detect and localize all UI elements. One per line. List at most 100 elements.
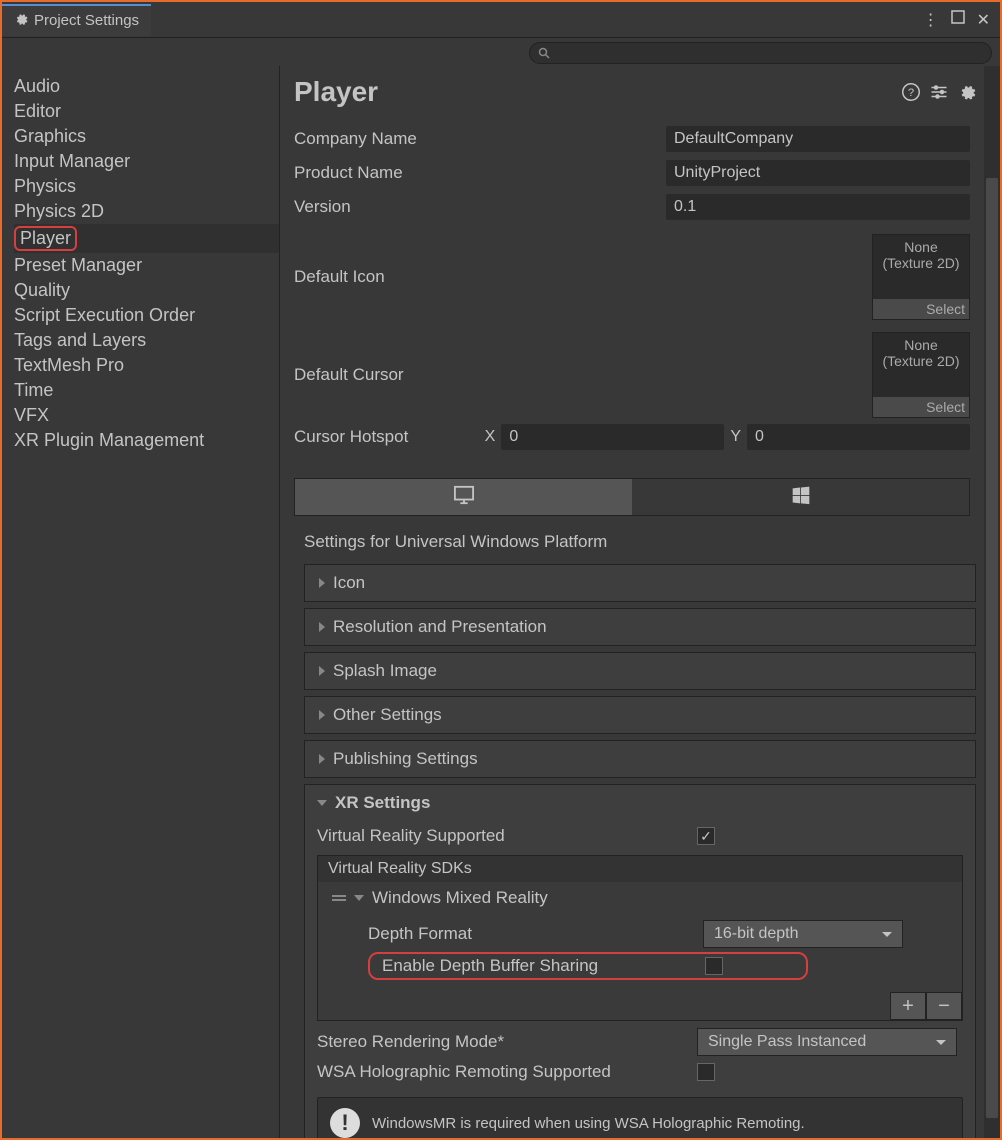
- sdk-inner: Depth Format 16-bit depth Enable Depth B…: [318, 914, 962, 990]
- windows-icon: [791, 485, 811, 510]
- stereo-mode-row: Stereo Rendering Mode* Single Pass Insta…: [317, 1027, 963, 1057]
- remove-sdk-button[interactable]: −: [926, 992, 962, 1020]
- content-panel: Player ? Company Name Product Name Ve: [280, 66, 1000, 1138]
- version-row: Version: [294, 192, 986, 222]
- depth-sharing-row: Enable Depth Buffer Sharing: [368, 950, 962, 982]
- search-icon: [538, 47, 550, 59]
- stereo-mode-dropdown[interactable]: Single Pass Instanced: [697, 1028, 957, 1056]
- stereo-mode-label: Stereo Rendering Mode*: [317, 1032, 697, 1052]
- vr-supported-row: Virtual Reality Supported: [317, 821, 963, 851]
- titlebar-controls: ⋮ ✕: [923, 10, 1000, 30]
- svg-text:?: ?: [908, 87, 914, 99]
- version-label: Version: [294, 197, 666, 217]
- default-icon-picker[interactable]: None (Texture 2D) Select: [872, 234, 970, 320]
- depth-sharing-checkbox[interactable]: [705, 957, 723, 975]
- search-input[interactable]: [529, 42, 992, 64]
- warning-icon: !: [330, 1108, 360, 1138]
- default-cursor-picker[interactable]: None (Texture 2D) Select: [872, 332, 970, 418]
- vr-supported-checkbox[interactable]: [697, 827, 715, 845]
- sidebar-item-graphics[interactable]: Graphics: [14, 124, 279, 149]
- wsa-remoting-row: WSA Holographic Remoting Supported: [317, 1057, 963, 1087]
- xr-settings-panel: XR Settings Virtual Reality Supported Vi…: [304, 784, 976, 1138]
- heading-row: Player ?: [294, 76, 986, 108]
- vr-supported-label: Virtual Reality Supported: [317, 826, 697, 846]
- add-sdk-button[interactable]: +: [890, 992, 926, 1020]
- platform-tab-uwp[interactable]: [632, 479, 969, 515]
- scrollbar-thumb[interactable]: [986, 178, 998, 1118]
- default-icon-select-button[interactable]: Select: [873, 299, 969, 319]
- preset-icon[interactable]: [930, 83, 948, 101]
- hotspot-y-input[interactable]: [747, 424, 970, 450]
- depth-format-dropdown[interactable]: 16-bit depth: [703, 920, 903, 948]
- warning-box: ! WindowsMR is required when using WSA H…: [317, 1097, 963, 1138]
- foldout-other[interactable]: Other Settings: [304, 696, 976, 734]
- hotspot-y-label: Y: [730, 428, 741, 446]
- foldout-icon[interactable]: Icon: [304, 564, 976, 602]
- sidebar-item-tags-and-layers[interactable]: Tags and Layers: [14, 328, 279, 353]
- window-title: Project Settings: [34, 12, 139, 29]
- sidebar-item-script-execution-order[interactable]: Script Execution Order: [14, 303, 279, 328]
- wsa-remoting-checkbox[interactable]: [697, 1063, 715, 1081]
- titlebar: Project Settings ⋮ ✕: [2, 2, 1000, 38]
- hotspot-x-input[interactable]: [501, 424, 724, 450]
- default-icon-label: Default Icon: [294, 267, 385, 287]
- default-cursor-select-button[interactable]: Select: [873, 397, 969, 417]
- help-icon[interactable]: ?: [902, 83, 920, 101]
- default-cursor-label: Default Cursor: [294, 365, 404, 385]
- wsa-remoting-label: WSA Holographic Remoting Supported: [317, 1062, 697, 1082]
- drag-handle-icon[interactable]: [332, 895, 346, 901]
- sidebar-item-vfx[interactable]: VFX: [14, 403, 279, 428]
- sidebar-item-preset-manager[interactable]: Preset Manager: [14, 253, 279, 278]
- vr-sdks-box: Virtual Reality SDKs Windows Mixed Reali…: [317, 855, 963, 1021]
- sidebar-item-input-manager[interactable]: Input Manager: [14, 149, 279, 174]
- default-cursor-row: Default Cursor None (Texture 2D) Select: [294, 332, 986, 418]
- sidebar-item-physics-2d[interactable]: Physics 2D: [14, 199, 279, 224]
- settings-icon[interactable]: [958, 83, 976, 101]
- chevron-down-icon: [317, 800, 327, 806]
- close-icon[interactable]: ✕: [977, 10, 990, 30]
- chevron-right-icon: [319, 710, 325, 720]
- foldout-publishing[interactable]: Publishing Settings: [304, 740, 976, 778]
- sidebar-item-time[interactable]: Time: [14, 378, 279, 403]
- cursor-hotspot-label: Cursor Hotspot: [294, 427, 485, 447]
- sidebar-item-audio[interactable]: Audio: [14, 74, 279, 99]
- sidebar: Audio Editor Graphics Input Manager Phys…: [2, 66, 280, 1138]
- chevron-right-icon: [319, 578, 325, 588]
- platform-tabs: [294, 478, 970, 516]
- cursor-hotspot-row: Cursor Hotspot X Y: [294, 422, 986, 452]
- product-name-input[interactable]: [666, 160, 970, 186]
- window-tab[interactable]: Project Settings: [2, 4, 151, 36]
- foldout-splash[interactable]: Splash Image: [304, 652, 976, 690]
- chevron-right-icon: [319, 622, 325, 632]
- sidebar-item-physics[interactable]: Physics: [14, 174, 279, 199]
- gear-icon: [14, 12, 28, 30]
- main: Audio Editor Graphics Input Manager Phys…: [2, 66, 1000, 1138]
- xr-settings-foldout[interactable]: XR Settings: [317, 793, 963, 813]
- chevron-right-icon: [319, 666, 325, 676]
- heading-icons: ?: [902, 83, 976, 101]
- highlight-annotation: Enable Depth Buffer Sharing: [368, 952, 808, 980]
- sidebar-item-player[interactable]: Player: [14, 224, 279, 253]
- foldout-resolution[interactable]: Resolution and Presentation: [304, 608, 976, 646]
- version-input[interactable]: [666, 194, 970, 220]
- sdk-list-buttons: + −: [318, 992, 962, 1020]
- company-name-row: Company Name: [294, 124, 986, 154]
- maximize-icon[interactable]: [951, 10, 965, 29]
- platform-tab-standalone[interactable]: [295, 479, 632, 515]
- company-name-label: Company Name: [294, 129, 666, 149]
- sidebar-item-editor[interactable]: Editor: [14, 99, 279, 124]
- page-title: Player: [294, 76, 378, 108]
- chevron-right-icon: [319, 754, 325, 764]
- sidebar-item-quality[interactable]: Quality: [14, 278, 279, 303]
- chevron-down-icon: [354, 895, 364, 901]
- sidebar-item-textmesh-pro[interactable]: TextMesh Pro: [14, 353, 279, 378]
- menu-icon[interactable]: ⋮: [923, 10, 939, 30]
- depth-format-label: Depth Format: [368, 924, 703, 944]
- product-name-row: Product Name: [294, 158, 986, 188]
- company-name-input[interactable]: [666, 126, 970, 152]
- sidebar-item-xr-plugin-management[interactable]: XR Plugin Management: [14, 428, 279, 453]
- depth-sharing-label: Enable Depth Buffer Sharing: [370, 956, 705, 976]
- sdk-item-wmr[interactable]: Windows Mixed Reality: [318, 882, 962, 914]
- depth-format-row: Depth Format 16-bit depth: [368, 918, 962, 950]
- hotspot-inputs: X Y: [485, 424, 970, 450]
